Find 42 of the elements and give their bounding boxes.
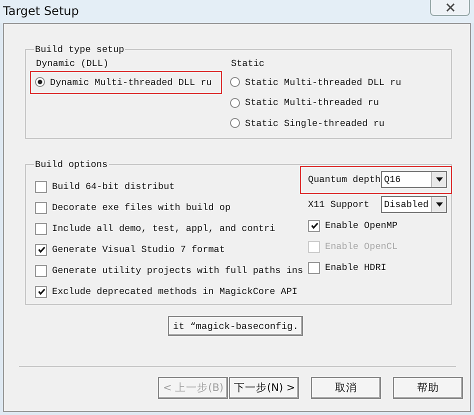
column-label: Dynamic (DLL) [36, 57, 110, 71]
option-label: Dynamic Multi-threaded DLL ru [50, 76, 212, 88]
option-label: Exclude deprecated methods in MagickCore API [52, 286, 298, 297]
checkbox[interactable] [35, 202, 47, 214]
edit-config-button[interactable]: it “magick-baseconfig. [168, 316, 304, 336]
option-label: Include all demo, test, appl, and contri [52, 223, 276, 234]
checkbox[interactable] [308, 262, 320, 274]
group-title: Build options [34, 159, 109, 170]
checkbox[interactable] [35, 264, 47, 276]
caret-icon [436, 177, 442, 182]
option-label: Static Single-threaded ru [245, 118, 384, 129]
caret-icon [436, 202, 442, 207]
checkbox[interactable] [308, 220, 320, 232]
setting-label: X11 Support [308, 199, 370, 210]
option-label: Decorate exe files with build op [52, 202, 231, 213]
radio-button[interactable] [35, 77, 45, 88]
radio-button[interactable] [230, 98, 240, 108]
option-label: Generate utility projects with full paths ins [52, 265, 304, 276]
setting-label: Quantum depth [308, 174, 381, 185]
column-label: Static [231, 57, 266, 71]
checkbox[interactable] [35, 286, 47, 298]
option-label: Static Multi-threaded ru [245, 97, 379, 108]
checkbox[interactable] [35, 180, 47, 192]
option-label: Generate Visual Studio 7 format [52, 244, 225, 255]
footer-button[interactable]: 帮助 [393, 377, 463, 399]
checkbox[interactable] [35, 222, 47, 234]
footer-button[interactable]: 取消 [311, 377, 381, 399]
option-label: Static Multi-threaded DLL ru [245, 76, 402, 88]
dropdown[interactable]: Q16 [381, 171, 447, 188]
dropdown[interactable]: Disabled [381, 196, 447, 213]
checkbox[interactable] [35, 244, 47, 256]
radio-button[interactable] [230, 118, 240, 128]
window-title: Target Setup [2, 3, 79, 18]
option-label: Enable OpenMP [325, 220, 398, 231]
close-button[interactable] [430, 0, 470, 16]
close-icon [446, 3, 454, 12]
option-label: Build 64-bit distribut [52, 181, 175, 192]
option-label: Enable OpenCL [325, 241, 398, 252]
radio-button[interactable] [230, 77, 240, 88]
option-label: Enable HDRI [325, 262, 386, 273]
group-title: Build type setup [34, 44, 126, 55]
footer-button[interactable]: 下一步(N) > [229, 377, 299, 399]
